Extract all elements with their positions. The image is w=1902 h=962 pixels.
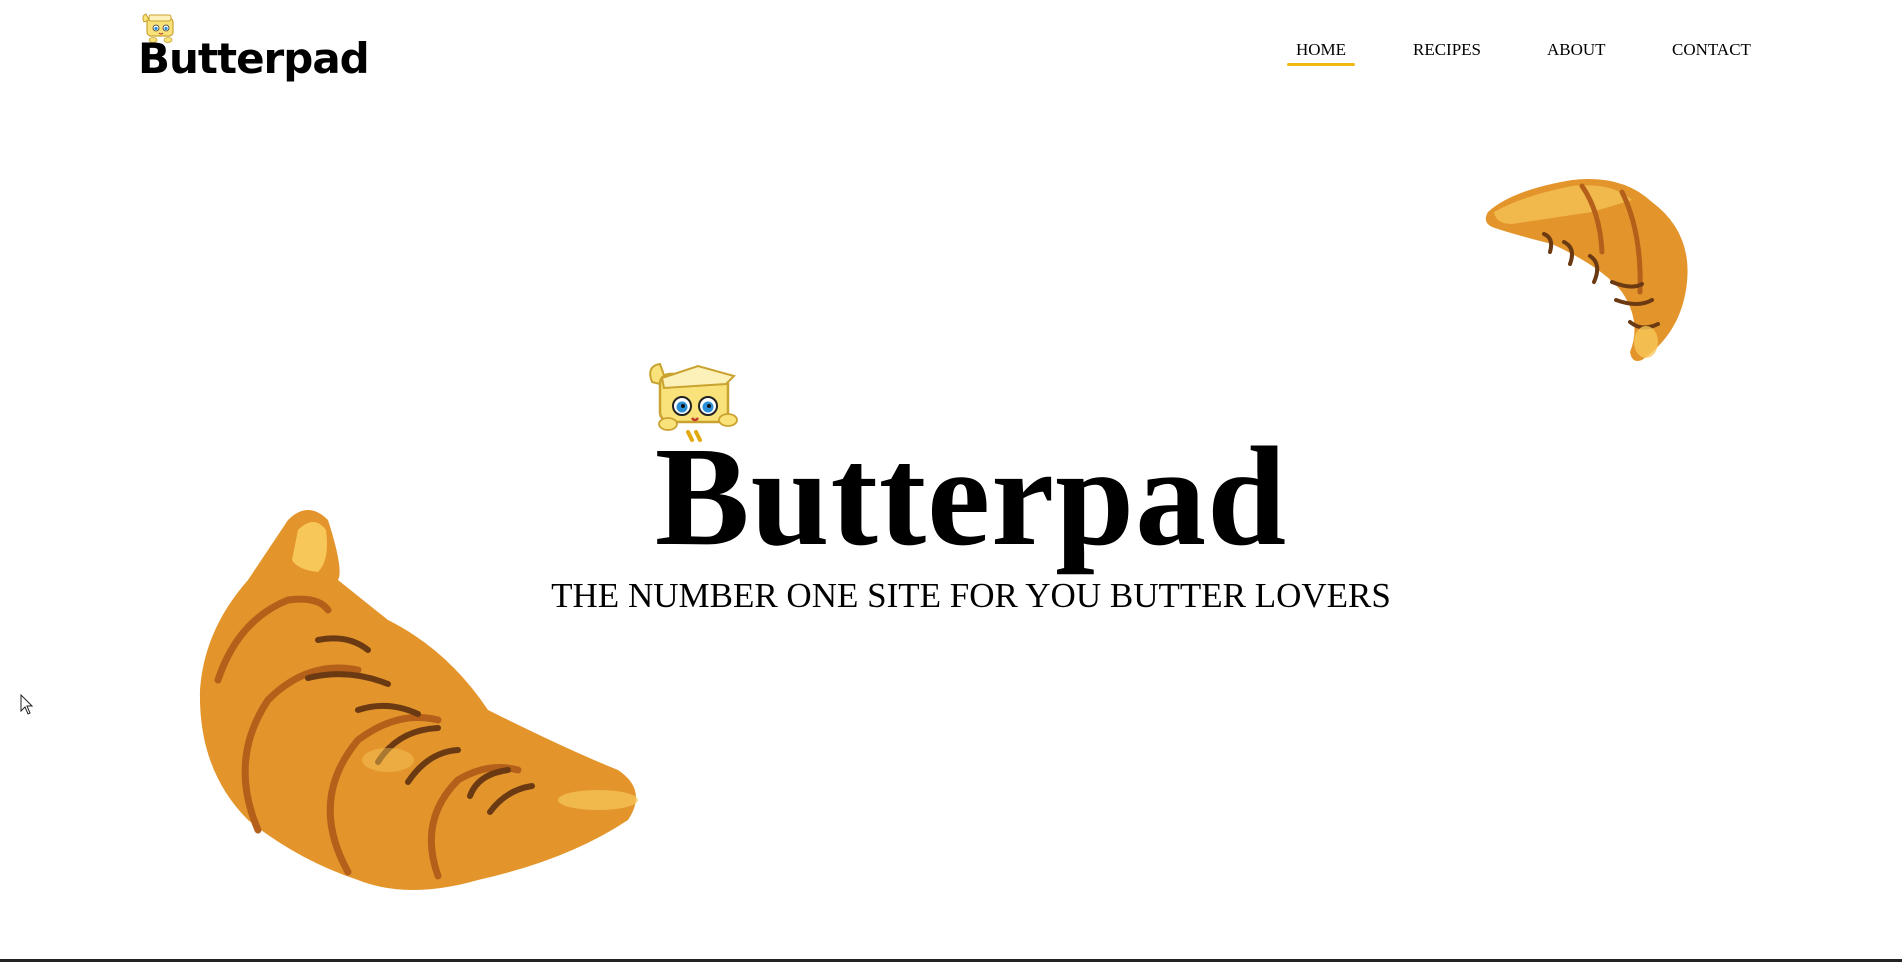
site-header: Butterpad HOME RECIPES ABOUT CONTACT [0, 0, 1902, 110]
mouse-cursor-icon [20, 694, 34, 715]
croissant-icon [199, 510, 638, 890]
main-nav: HOME RECIPES ABOUT CONTACT [0, 38, 1902, 70]
nav-item-recipes[interactable]: RECIPES [1413, 38, 1481, 62]
croissant-icon [1485, 178, 1688, 361]
nav-item-about[interactable]: ABOUT [1547, 38, 1606, 62]
nav-item-home[interactable]: HOME [1286, 38, 1356, 66]
nav-item-contact[interactable]: CONTACT [1672, 38, 1751, 62]
